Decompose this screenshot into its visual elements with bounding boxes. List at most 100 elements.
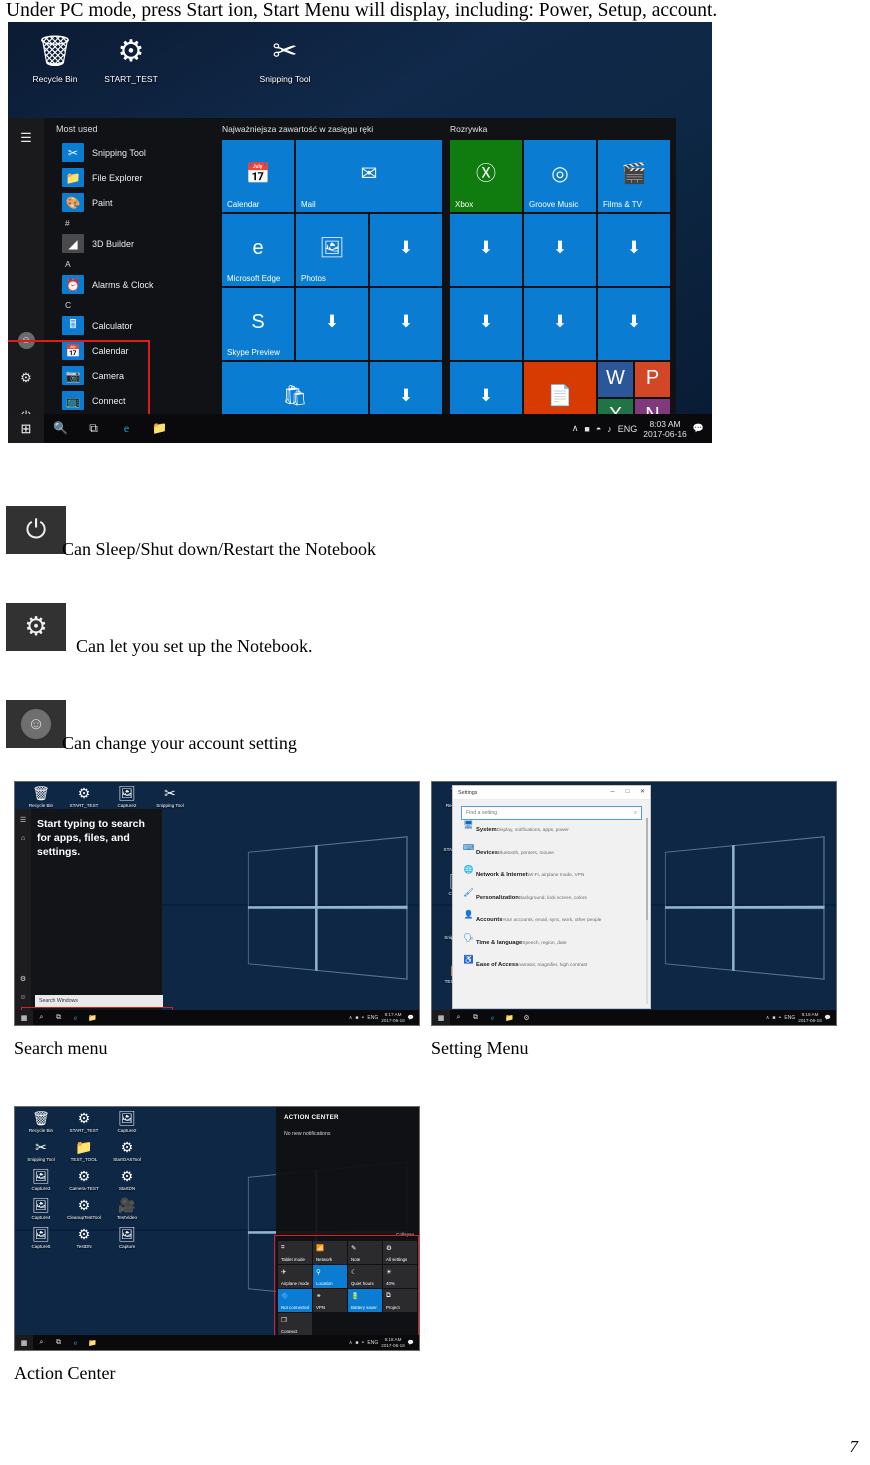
battery-icon[interactable]: ■ bbox=[584, 424, 589, 434]
clock[interactable]: 8:17 AM 2017-06-16 bbox=[381, 1012, 405, 1024]
edge-icon[interactable]: e bbox=[484, 1010, 501, 1025]
wifi-icon[interactable]: ◓ bbox=[778, 1015, 781, 1021]
desktop-icon[interactable]: 📁 TEST_TOOL bbox=[62, 1138, 106, 1163]
chevron-up-icon[interactable]: ∧ bbox=[766, 1015, 770, 1021]
desktop-icon[interactable]: 🎥 TestVideo bbox=[105, 1196, 149, 1221]
chevron-up-icon[interactable]: ∧ bbox=[572, 423, 579, 434]
start-button[interactable]: ▦ bbox=[432, 1010, 450, 1025]
app-list-item[interactable]: 🎨 Paint bbox=[48, 190, 218, 215]
desktop-icon[interactable]: 🖼Capture2 bbox=[105, 784, 149, 809]
edge-icon[interactable]: e bbox=[110, 414, 143, 443]
search-icon[interactable]: ⌕ bbox=[33, 1335, 50, 1350]
task-view-icon[interactable]: ⧉ bbox=[50, 1010, 67, 1025]
desktop-icon[interactable]: ⚙START_TEST bbox=[62, 784, 106, 809]
search-icon[interactable]: 🔍 bbox=[44, 414, 77, 443]
language-indicator[interactable]: ENG bbox=[784, 1015, 795, 1021]
desktop-icon[interactable]: 🖼 Capture4 bbox=[19, 1196, 63, 1221]
clock[interactable]: 8:19 AM 2017-06-16 bbox=[798, 1012, 822, 1024]
notification-icon[interactable]: 💬 bbox=[693, 423, 704, 434]
start-tile[interactable]: ⬇ bbox=[370, 214, 442, 286]
start-button[interactable]: ⊞ bbox=[8, 414, 44, 443]
start-tile[interactable]: W bbox=[598, 362, 633, 397]
search-icon[interactable]: ⌕ bbox=[450, 1010, 467, 1025]
edge-icon[interactable]: e bbox=[67, 1010, 84, 1025]
settings-list-item[interactable]: ⌨ DevicesBluetooth, printers, mouse bbox=[461, 841, 644, 864]
wifi-icon[interactable]: ◓ bbox=[596, 424, 601, 434]
settings-list-item[interactable]: 👤 AccountsYour accounts, email, sync, wor… bbox=[461, 908, 644, 931]
hamburger-icon[interactable]: ☰ bbox=[14, 126, 38, 150]
desktop-icon[interactable]: ✂Snipping Tool bbox=[148, 784, 192, 809]
start-tile[interactable]: ⬇ bbox=[524, 288, 596, 360]
desktop-icon[interactable]: 🖼 Capture3 bbox=[19, 1167, 63, 1192]
start-tile[interactable]: ⬇ bbox=[598, 288, 670, 360]
desktop-icon[interactable]: ⚙ TestDN bbox=[62, 1225, 106, 1250]
edge-icon[interactable]: e bbox=[67, 1335, 84, 1350]
desktop-icon[interactable]: ✂Snipping Tool bbox=[248, 30, 322, 84]
settings-list-item[interactable]: 🖥 SystemDisplay, notifications, apps, pow… bbox=[461, 818, 644, 841]
start-tile[interactable]: ✉ Mail bbox=[296, 140, 442, 212]
settings-list-item[interactable]: 🗣 Time & languageSpeech, region, date bbox=[461, 931, 644, 954]
volume-icon[interactable]: ♪ bbox=[607, 424, 612, 434]
feedback-icon[interactable]: ☺ bbox=[15, 989, 31, 1004]
app-list-item[interactable]: ◢ 3D Builder bbox=[48, 231, 218, 256]
account-icon[interactable]: ☺ bbox=[14, 328, 38, 352]
notification-icon[interactable]: 💬 bbox=[408, 1340, 414, 1346]
task-view-icon[interactable]: ⧉ bbox=[467, 1010, 484, 1025]
language-indicator[interactable]: ENG bbox=[618, 424, 638, 434]
hamburger-icon[interactable]: ☰ bbox=[15, 812, 31, 827]
file-explorer-icon[interactable]: 📁 bbox=[501, 1010, 518, 1025]
desktop-icon[interactable]: ⚙START_TEST bbox=[62, 1109, 106, 1134]
start-tile[interactable]: e Microsoft Edge bbox=[222, 214, 294, 286]
home-icon[interactable]: ⌂ bbox=[15, 830, 31, 845]
start-tile[interactable]: ◎ Groove Music bbox=[524, 140, 596, 212]
battery-icon[interactable]: ■ bbox=[772, 1015, 775, 1021]
app-list-item[interactable]: 📁 File Explorer bbox=[48, 165, 218, 190]
desktop-icon[interactable]: 🖼 Capture5 bbox=[19, 1225, 63, 1250]
search-icon[interactable]: ⌕ bbox=[33, 1010, 50, 1025]
app-list-item[interactable]: 📅 Calendar bbox=[48, 338, 218, 363]
battery-icon[interactable]: ■ bbox=[355, 1340, 358, 1346]
app-list-item[interactable]: ✂ Snipping Tool bbox=[48, 140, 218, 165]
search-input[interactable]: Search Windows bbox=[35, 995, 163, 1007]
start-tile[interactable]: Ⓧ Xbox bbox=[450, 140, 522, 212]
start-tile[interactable]: P bbox=[635, 362, 670, 397]
start-tile[interactable]: ⬇ bbox=[450, 214, 522, 286]
chevron-up-icon[interactable]: ∧ bbox=[349, 1015, 353, 1021]
settings-list-item[interactable]: 🖌 PersonalizationBackground, lock screen,… bbox=[461, 886, 644, 909]
file-explorer-icon[interactable]: 📁 bbox=[143, 414, 176, 443]
battery-icon[interactable]: ■ bbox=[355, 1015, 358, 1021]
notification-icon[interactable]: 💬 bbox=[408, 1015, 414, 1021]
start-tile[interactable]: ⬇ bbox=[524, 214, 596, 286]
start-tile[interactable]: ⬇ bbox=[450, 288, 522, 360]
scrollbar[interactable] bbox=[646, 818, 648, 1004]
file-explorer-icon[interactable]: 📁 bbox=[84, 1010, 101, 1025]
maximize-button[interactable]: □ bbox=[620, 786, 635, 799]
start-tile[interactable]: 🖼 Photos bbox=[296, 214, 368, 286]
clock[interactable]: 8:18 AM 2017-06-16 bbox=[381, 1337, 405, 1349]
task-view-icon[interactable]: ⧉ bbox=[50, 1335, 67, 1350]
start-button[interactable]: ▦ bbox=[15, 1335, 33, 1350]
start-tile[interactable]: ⬇ bbox=[598, 214, 670, 286]
desktop-icon[interactable]: ⚙ StartDN bbox=[105, 1167, 149, 1192]
app-list-item[interactable]: 🖩 Calculator bbox=[48, 313, 218, 338]
wifi-icon[interactable]: ◓ bbox=[361, 1340, 364, 1346]
start-button[interactable]: ▦ bbox=[15, 1010, 33, 1025]
settings-list-item[interactable]: 🌐 Network & InternetWi-Fi, airplane mode,… bbox=[461, 863, 644, 886]
clock[interactable]: 8:03 AM 2017-06-16 bbox=[643, 419, 686, 439]
desktop-icon[interactable]: 🖼 Capture bbox=[105, 1225, 149, 1250]
language-indicator[interactable]: ENG bbox=[367, 1340, 378, 1346]
app-list-item[interactable]: 📷 Camera bbox=[48, 363, 218, 388]
language-indicator[interactable]: ENG bbox=[367, 1015, 378, 1021]
desktop-icon[interactable]: ✂Snipping Tool bbox=[19, 1138, 63, 1163]
start-tile[interactable]: ⬇ bbox=[370, 288, 442, 360]
close-button[interactable]: ✕ bbox=[635, 786, 650, 799]
desktop-icon[interactable]: ⚙START_TEST bbox=[94, 30, 168, 84]
app-list-item[interactable]: ⏰ Alarms & Clock bbox=[48, 272, 218, 297]
settings-gear-icon[interactable]: ⚙ bbox=[15, 971, 31, 986]
settings-gear-icon[interactable]: ⚙ bbox=[14, 366, 38, 390]
start-tile[interactable]: 📅 Calendar bbox=[222, 140, 294, 212]
notification-icon[interactable]: 💬 bbox=[825, 1015, 831, 1021]
chevron-up-icon[interactable]: ∧ bbox=[349, 1340, 353, 1346]
app-list-item[interactable]: 📺 Connect bbox=[48, 388, 218, 413]
desktop-icon[interactable]: ⚙ CleanupTestTool bbox=[62, 1196, 106, 1221]
